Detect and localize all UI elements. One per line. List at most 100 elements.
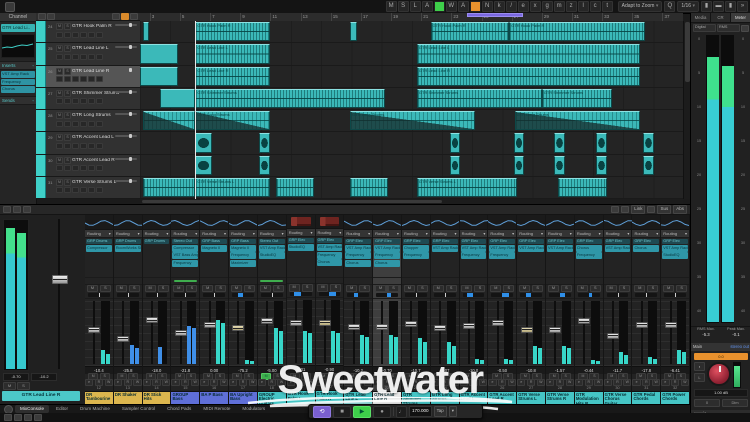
fader-section[interactable] <box>488 298 516 366</box>
insert-slot[interactable]: Chopper <box>403 245 429 252</box>
inspector-eq-display[interactable] <box>1 34 35 58</box>
audio-event[interactable] <box>350 178 388 197</box>
channel-name-label[interactable]: GROUP Bass <box>171 391 199 404</box>
pan-control[interactable] <box>664 293 686 297</box>
fader-section[interactable] <box>431 298 459 366</box>
tempo-value[interactable]: 170.000 <box>409 406 432 417</box>
sends-rack[interactable] <box>143 277 171 284</box>
sends-rack[interactable] <box>85 277 113 284</box>
freeze-icon[interactable] <box>80 143 87 149</box>
channel-eq-thumbnail[interactable] <box>517 215 545 230</box>
monitor-icon[interactable] <box>64 143 71 149</box>
monitor-icon[interactable] <box>64 187 71 193</box>
routing-rack-header[interactable]: Routing▾ <box>258 230 286 238</box>
fader-cap[interactable] <box>290 320 302 326</box>
sends-rack[interactable] <box>287 277 315 284</box>
mixer-redo-icon[interactable] <box>13 206 21 213</box>
track-row[interactable]: 28MSGTR Long Strums <box>36 110 140 132</box>
channel-eq-thumbnail[interactable] <box>114 215 142 230</box>
track-volume-slider[interactable] <box>115 91 137 93</box>
write-icon[interactable] <box>96 54 103 60</box>
audio-event[interactable]: GTR Shimmer Strums <box>417 89 542 108</box>
write-icon[interactable] <box>96 76 103 82</box>
audio-event[interactable]: GTR Lead Line L <box>195 44 269 63</box>
output-routing-slot[interactable]: GRP Elec <box>460 238 488 245</box>
fader-cap[interactable] <box>175 330 187 336</box>
channel-name-label[interactable]: GTR Lead Line L <box>344 391 372 404</box>
meter-settings-icon[interactable] <box>741 25 749 32</box>
track-solo-button[interactable]: S <box>64 90 71 97</box>
fader-cap[interactable] <box>521 327 533 333</box>
mixer-channel-strip[interactable]: Routing▾GRP DrumsMS-18.0MSeRW14DR Stick … <box>143 215 172 404</box>
selected-solo-button[interactable]: S <box>17 382 30 390</box>
monitor-icon[interactable] <box>64 54 71 60</box>
insert-slot[interactable]: Chorus <box>374 260 400 267</box>
insert-slot[interactable]: VST Amp Rack <box>317 244 343 251</box>
channel-eq-thumbnail[interactable] <box>200 215 228 230</box>
insert-slot[interactable]: Magneto II <box>230 245 256 252</box>
fader-section[interactable] <box>517 298 545 366</box>
fader-cap[interactable] <box>492 320 504 326</box>
fader-cap[interactable] <box>607 333 619 339</box>
fader-cap[interactable] <box>405 321 417 327</box>
freeze-icon[interactable] <box>80 165 87 171</box>
cycle-region[interactable] <box>467 13 523 17</box>
sends-rack[interactable] <box>344 277 372 284</box>
insert-slot[interactable]: VST Amp Rack <box>605 245 631 252</box>
fader-section[interactable] <box>287 297 315 365</box>
pan-control[interactable] <box>261 293 283 297</box>
track-visibility-icon[interactable] <box>112 13 120 20</box>
audio-event[interactable]: GTR Lead Line L <box>417 44 640 63</box>
track-row[interactable]: 26MSGTR Lead Line R <box>36 66 140 88</box>
write-icon[interactable] <box>96 187 103 193</box>
selected-level-value[interactable]: -0.70 <box>3 373 29 381</box>
track-row[interactable]: 31MSGTR Verse Strums L <box>36 177 140 199</box>
lower-zone-tab-mixconsole[interactable]: MixConsole <box>15 405 49 413</box>
pan-control[interactable] <box>434 293 456 297</box>
write-icon[interactable] <box>96 143 103 149</box>
color-tool-icon[interactable]: c <box>590 1 601 12</box>
insert-slot[interactable]: Maximizer <box>230 260 256 267</box>
audio-event[interactable]: GTR Hook Palm R <box>431 22 510 41</box>
edit-channel-icon[interactable] <box>72 143 79 149</box>
channel-eq-thumbnail[interactable] <box>488 215 516 230</box>
output-routing-slot[interactable]: GRP Drums <box>85 238 113 245</box>
arrange-lane[interactable] <box>140 132 683 154</box>
fader-section[interactable] <box>171 298 199 366</box>
dim-button[interactable]: Dim <box>722 399 748 407</box>
write-automation-icon[interactable]: W <box>446 1 457 12</box>
listen-icon[interactable]: L <box>410 1 421 12</box>
channel-eq-thumbnail[interactable] <box>575 215 603 230</box>
mixer-channel-strip[interactable]: Routing▾GRP ElecChorusFrequencyMS-0.44MS… <box>575 215 604 404</box>
insert-slot[interactable]: Frequency <box>576 252 602 259</box>
lower-zone-tab-sampler-control[interactable]: Sampler Control <box>117 405 160 413</box>
channel-name-label[interactable]: GTR Verse Chorus Guitar <box>604 391 632 404</box>
routing-rack-header[interactable]: Routing▾ <box>143 230 171 238</box>
audio-event[interactable]: GTR Lead Line R <box>195 67 269 86</box>
audio-event[interactable] <box>558 178 607 197</box>
insert-slot[interactable]: Frequency <box>403 252 429 259</box>
track-mute-button[interactable]: M <box>56 23 63 30</box>
channel-filter-icon[interactable] <box>621 206 629 213</box>
audio-event[interactable] <box>596 133 607 152</box>
fader-cap[interactable] <box>549 327 561 333</box>
routing-rack-header[interactable]: Routing▾ <box>460 230 488 238</box>
mixer-channel-strip[interactable]: Routing▾GRP ElecChorusMS-17.8MSeRW31GTR … <box>632 215 661 404</box>
control-room-level-bar[interactable]: 0.0 <box>694 353 748 360</box>
channel-eq-thumbnail[interactable] <box>344 215 372 230</box>
speaker-select-button[interactable]: ◖ <box>694 362 705 371</box>
insert-slot[interactable]: StudioEQ <box>662 252 688 259</box>
channel-eq-thumbnail[interactable] <box>431 215 459 230</box>
fader-cap[interactable] <box>88 327 100 333</box>
arrange-lane[interactable]: GTR Lead Line RGTR Lead Line R <box>140 66 683 88</box>
track-mute-button[interactable]: M <box>56 90 63 97</box>
reference-level-button[interactable]: 0 <box>694 399 720 407</box>
insert-slot[interactable]: Compressor <box>86 245 112 252</box>
sends-rack[interactable] <box>488 277 516 284</box>
audio-event[interactable] <box>195 156 211 175</box>
audio-event[interactable] <box>140 44 178 63</box>
line-tool-icon[interactable]: l <box>578 1 589 12</box>
mixer-channel-strip[interactable]: Routing▾GRP ElecVST Amp RackFrequencyMS-… <box>460 215 489 404</box>
channel-eq-thumbnail[interactable] <box>546 215 574 230</box>
main-level-knob[interactable] <box>707 362 731 386</box>
